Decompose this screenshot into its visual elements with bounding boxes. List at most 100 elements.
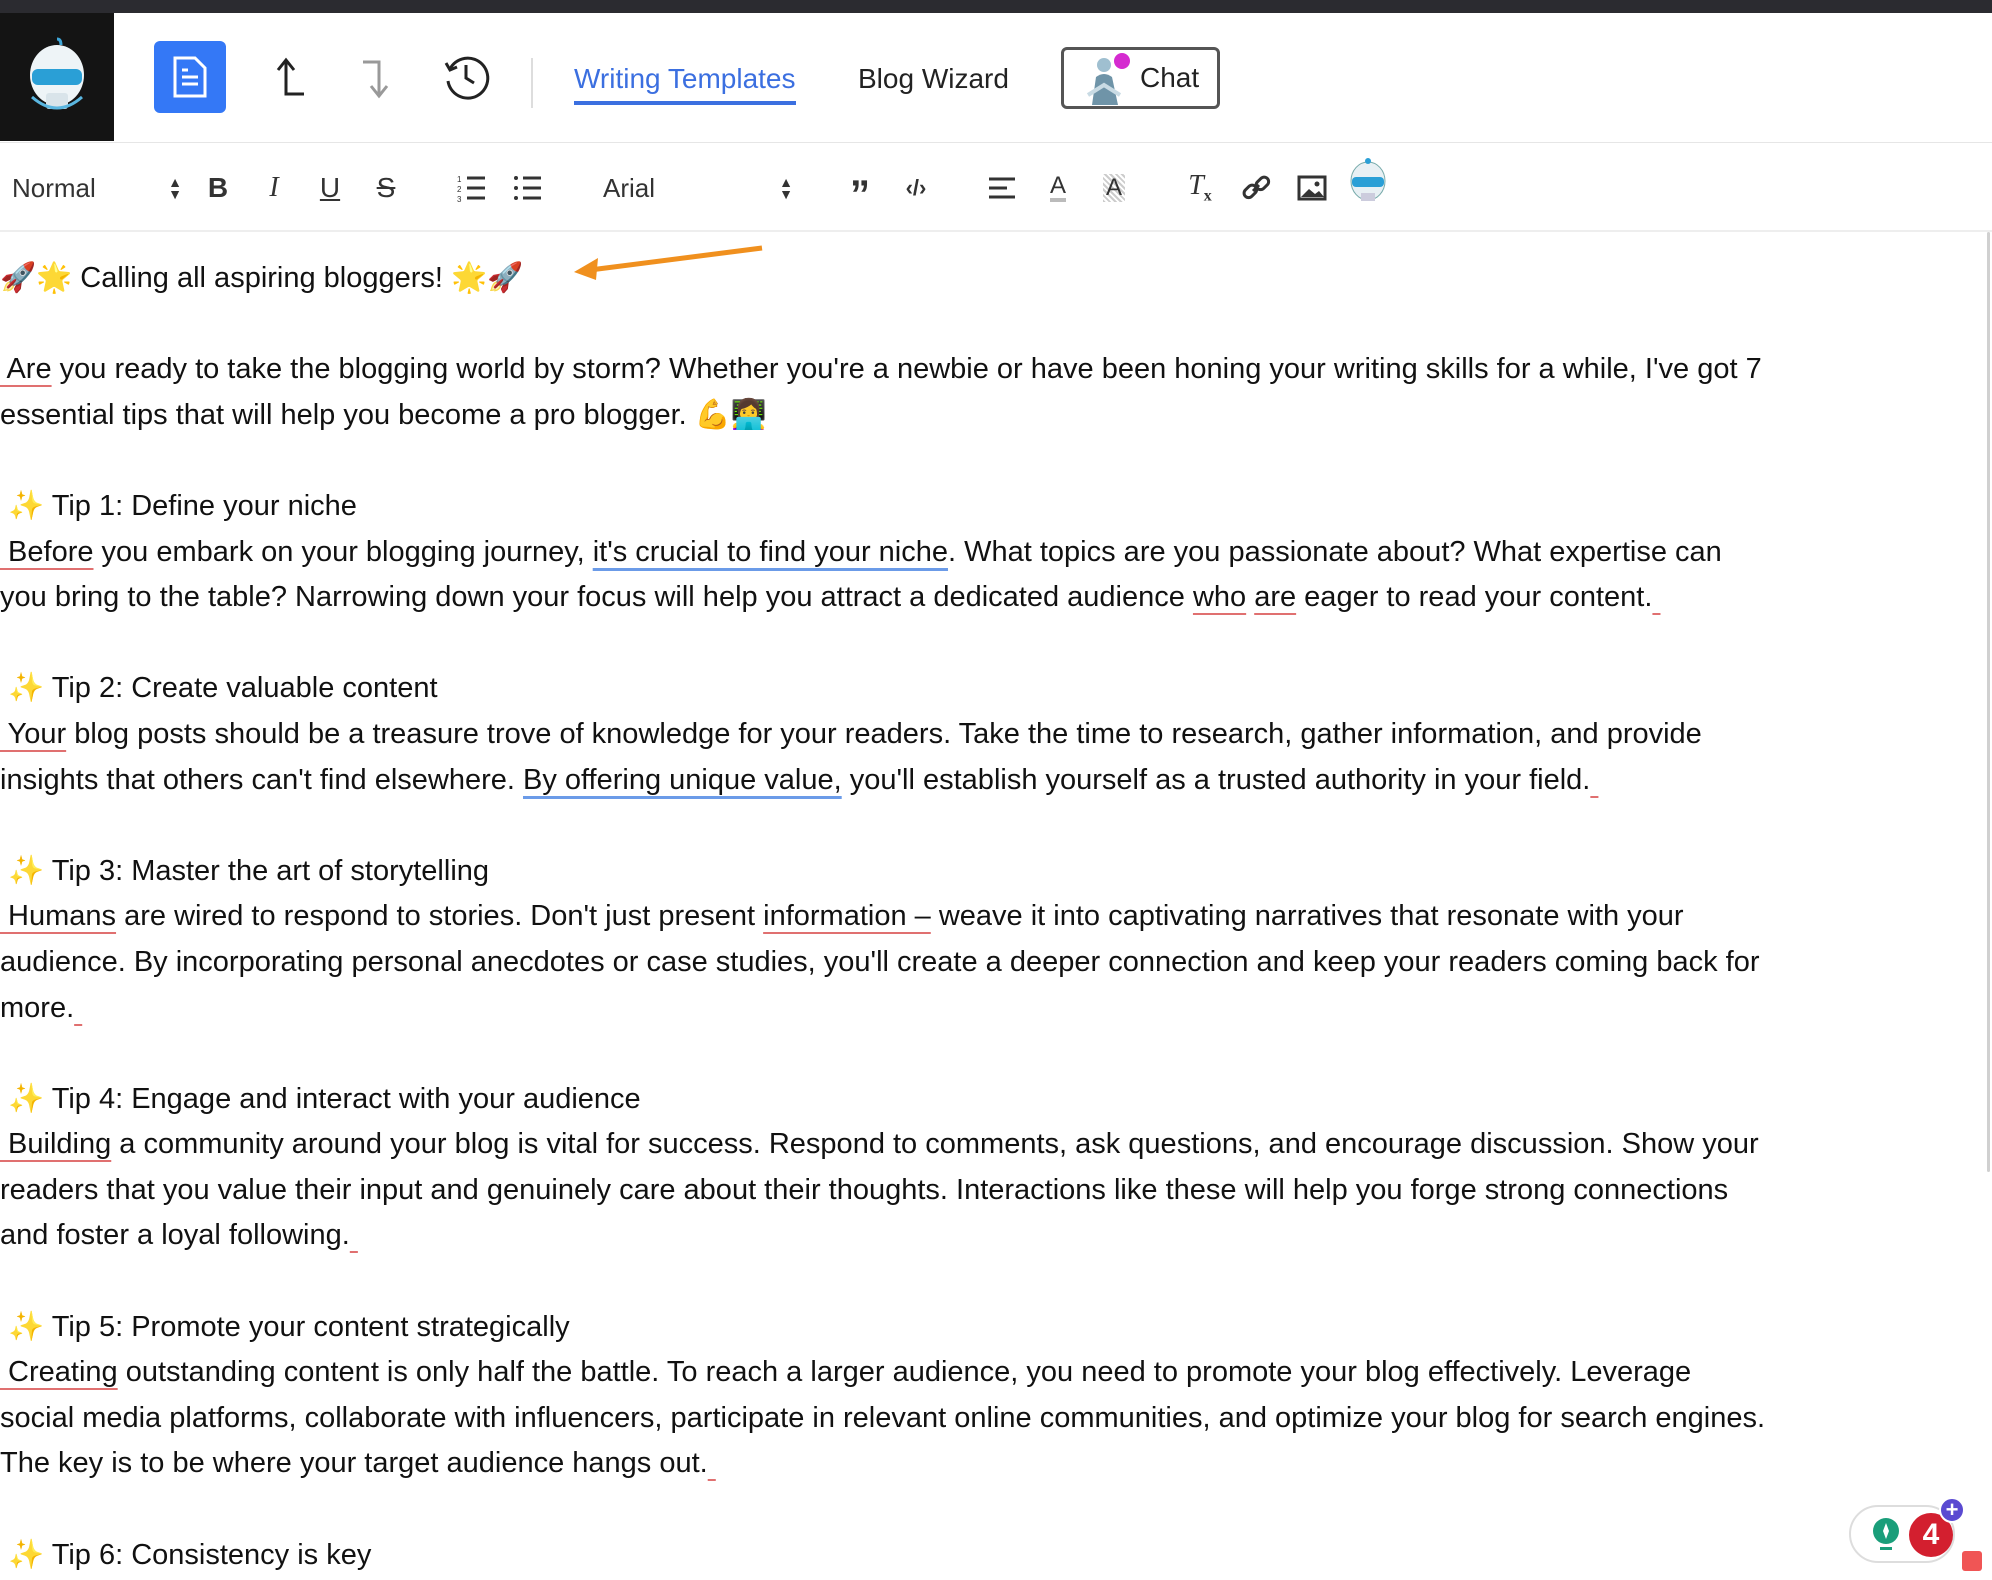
select-arrows-icon: ▲ ▼ bbox=[779, 174, 793, 202]
text-segment: eager to read your content. bbox=[1296, 581, 1653, 614]
italic-icon: I bbox=[269, 172, 279, 203]
svg-text:3: 3 bbox=[457, 195, 462, 202]
chat-label: Chat bbox=[1140, 62, 1200, 93]
bold-button[interactable]: B bbox=[200, 166, 236, 210]
plus-icon[interactable]: + bbox=[1939, 1497, 1965, 1523]
text-segment: ✨ Tip 4: Engage and interact with your a… bbox=[0, 1082, 641, 1115]
link-icon bbox=[1242, 175, 1271, 200]
paragraph-style-select[interactable]: Normal ▲ ▼ bbox=[12, 166, 182, 210]
spelling-flag[interactable] bbox=[1652, 581, 1660, 613]
code-button[interactable]: ‹/› bbox=[898, 166, 934, 210]
grammar-suggestion[interactable]: it's crucial to find your niche bbox=[593, 536, 948, 568]
editor-content[interactable]: 🚀🌟 Calling all aspiring bloggers! 🌟🚀 Are… bbox=[0, 256, 1960, 1578]
undo-button[interactable] bbox=[268, 53, 312, 103]
window-top-strip bbox=[0, 0, 1992, 13]
select-arrows-icon: ▲ ▼ bbox=[168, 174, 182, 202]
text-segment: you ready to take the blogging world by … bbox=[51, 353, 1762, 386]
background-color-button[interactable]: A bbox=[1096, 166, 1132, 210]
spelling-flag[interactable]: Creating bbox=[0, 1356, 118, 1388]
code-icon: ‹/› bbox=[905, 175, 927, 200]
history-button[interactable] bbox=[440, 49, 492, 105]
spelling-flag[interactable] bbox=[708, 1447, 716, 1479]
italic-button[interactable]: I bbox=[256, 166, 292, 210]
quote-icon: ” bbox=[850, 172, 870, 217]
grammar-suggestion[interactable]: By offering unique value, bbox=[523, 764, 842, 796]
floating-widget[interactable]: 4 + bbox=[1849, 1497, 1965, 1563]
redo-button[interactable] bbox=[355, 53, 399, 103]
text-line: Humans are wired to respond to stories. … bbox=[0, 894, 1960, 940]
bullet-list-button[interactable] bbox=[508, 166, 548, 210]
ordered-list-icon: 123 bbox=[457, 175, 485, 202]
text-line: and foster a loyal following. bbox=[0, 1213, 1960, 1259]
bullet-list-icon bbox=[514, 176, 541, 200]
text-segment: a community around your blog is vital fo… bbox=[111, 1128, 1759, 1161]
text-line: essential tips that will help you become… bbox=[0, 393, 1960, 439]
spelling-flag[interactable] bbox=[1590, 764, 1598, 796]
strikethrough-button[interactable]: S bbox=[368, 166, 404, 210]
text-line: Creating outstanding content is only hal… bbox=[0, 1350, 1960, 1396]
svg-text:2: 2 bbox=[457, 185, 462, 194]
robot-assistant-icon bbox=[1350, 158, 1386, 201]
image-icon bbox=[1297, 175, 1327, 201]
text-line: insights that others can't find elsewher… bbox=[0, 758, 1960, 804]
text-line: ✨ Tip 6: Consistency is key bbox=[0, 1533, 1960, 1579]
text-line: ✨ Tip 5: Promote your content strategica… bbox=[0, 1305, 1960, 1351]
text-segment: outstanding content is only half the bat… bbox=[117, 1356, 1692, 1389]
text-color-button[interactable]: A bbox=[1040, 166, 1076, 210]
lightbulb-icon bbox=[1873, 1518, 1899, 1550]
text-segment: 🚀🌟 Calling all aspiring bloggers! 🌟🚀 bbox=[0, 262, 524, 294]
text-segment: insights that others can't find elsewher… bbox=[0, 763, 523, 796]
text-segment: social media platforms, collaborate with… bbox=[0, 1401, 1766, 1434]
text-segment: more. bbox=[0, 991, 75, 1024]
spelling-flag[interactable]: Your bbox=[0, 718, 67, 750]
spelling-flag[interactable]: Are bbox=[0, 353, 51, 385]
text-line: The key is to be where your target audie… bbox=[0, 1441, 1960, 1487]
background-color-icon: A bbox=[1102, 174, 1125, 202]
font-select[interactable]: Arial ▲ ▼ bbox=[603, 166, 793, 210]
spelling-flag[interactable]: Building bbox=[0, 1128, 111, 1160]
text-line: Before you embark on your blogging journ… bbox=[0, 530, 1960, 576]
text-segment: are wired to respond to stories. Don't j… bbox=[116, 900, 764, 933]
text-line: ✨ Tip 3: Master the art of storytelling bbox=[0, 849, 1960, 895]
text-line: Building a community around your blog is… bbox=[0, 1122, 1960, 1168]
text-segment bbox=[1246, 581, 1254, 613]
spelling-flag[interactable] bbox=[74, 992, 82, 1024]
font-value: Arial bbox=[603, 172, 656, 203]
text-segment: you'll establish yourself as a trusted a… bbox=[841, 763, 1591, 796]
text-segment: ✨ Tip 1: Define your niche bbox=[0, 489, 357, 522]
spelling-flag[interactable]: information – bbox=[763, 900, 931, 932]
align-button[interactable] bbox=[984, 166, 1020, 210]
text-line: Are you ready to take the blogging world… bbox=[0, 347, 1960, 393]
scrollbar[interactable] bbox=[1987, 232, 1990, 1172]
text-segment: ✨ Tip 3: Master the art of storytelling bbox=[0, 854, 490, 887]
spelling-flag[interactable]: are bbox=[1254, 581, 1296, 613]
spelling-flag[interactable]: Before bbox=[0, 536, 93, 568]
text-segment: you embark on your blogging journey, bbox=[93, 535, 593, 568]
tab-blog-wizard[interactable]: Blog Wizard bbox=[858, 63, 1009, 95]
image-button[interactable] bbox=[1292, 166, 1332, 210]
ai-assistant-button[interactable] bbox=[1346, 154, 1390, 210]
underline-icon: U bbox=[319, 172, 341, 203]
chat-robot-icon bbox=[1086, 53, 1130, 105]
text-segment: you bring to the table? Narrowing down y… bbox=[0, 581, 1193, 614]
ordered-list-button[interactable]: 123 bbox=[452, 166, 492, 210]
blockquote-button[interactable]: ” bbox=[842, 166, 878, 217]
app-logo[interactable] bbox=[0, 13, 114, 141]
link-button[interactable] bbox=[1236, 166, 1276, 210]
spelling-flag[interactable]: who bbox=[1193, 581, 1246, 613]
clear-format-button[interactable]: Tx bbox=[1180, 166, 1220, 210]
text-segment: essential tips that will help you become… bbox=[0, 398, 768, 431]
tab-writing-templates[interactable]: Writing Templates bbox=[574, 63, 796, 105]
underline-button[interactable]: U bbox=[312, 166, 348, 210]
spelling-flag[interactable] bbox=[350, 1219, 358, 1251]
chat-button[interactable]: Chat bbox=[1061, 47, 1220, 109]
document-button[interactable] bbox=[154, 41, 226, 113]
history-icon bbox=[444, 56, 490, 100]
spelling-flag[interactable]: Humans bbox=[0, 900, 116, 932]
